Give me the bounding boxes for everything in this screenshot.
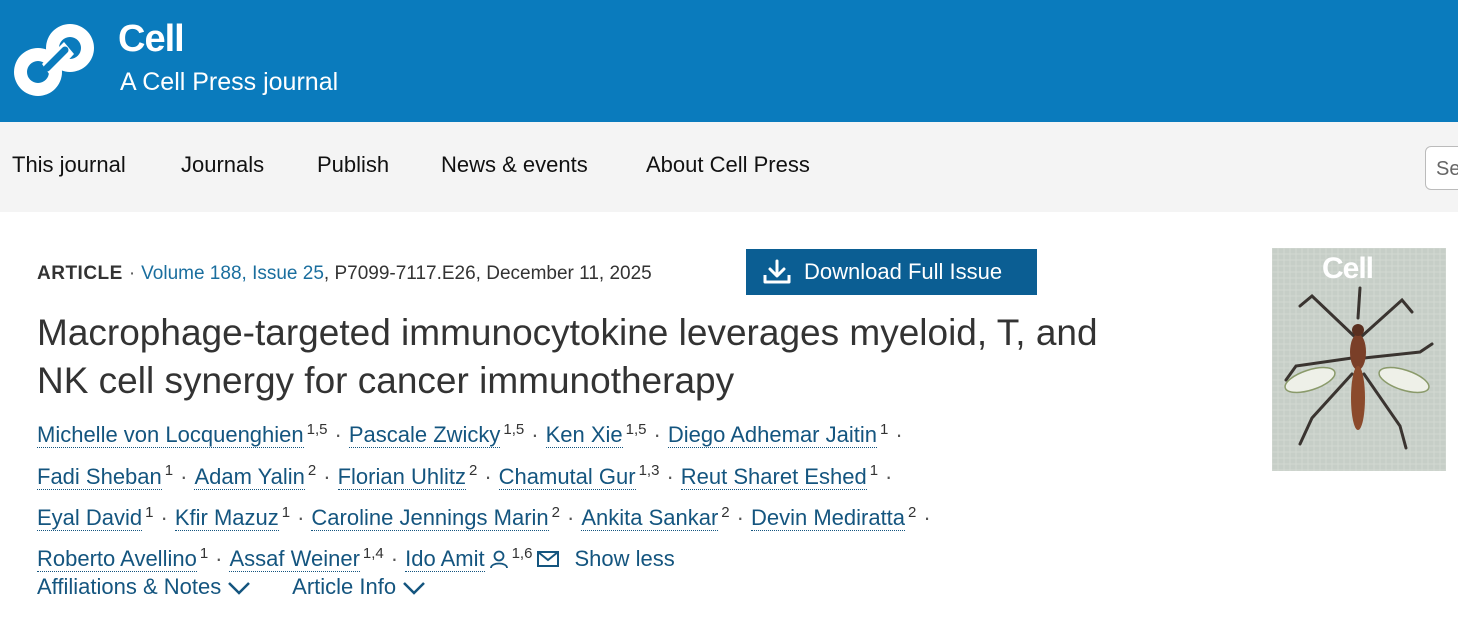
separator: · (653, 422, 661, 448)
author-line: Roberto Avellino 1 · Assaf Weiner 1,4 · Ido Am… (37, 536, 1037, 577)
search-input[interactable]: Se (1425, 146, 1458, 190)
person-icon[interactable] (489, 549, 509, 569)
journal-subtitle: A Cell Press journal (120, 68, 339, 96)
author-affiliation[interactable]: 2 (469, 462, 477, 479)
author-link[interactable]: Caroline Jennings Marin (311, 504, 549, 531)
separator: · (215, 546, 223, 572)
separator: · (885, 463, 893, 489)
separator: · (484, 463, 492, 489)
chevron-down-icon (228, 582, 251, 595)
site-header: Cell A Cell Press journal (0, 0, 1458, 122)
article-info-toggle[interactable]: Article Info (292, 574, 426, 599)
volume-issue-link[interactable]: Volume 188, Issue 25 (141, 263, 324, 284)
author-line: Fadi Sheban 1 · Adam Yalin 2 · Florian Uhlitz 2… (37, 453, 1037, 494)
author-affiliation[interactable]: 1,4 (363, 545, 384, 562)
author-affiliation[interactable]: 1,5 (626, 421, 647, 438)
show-less-link[interactable]: Show less (574, 546, 674, 571)
meta-comma: , (323, 263, 335, 284)
author-link[interactable]: Diego Adhemar Jaitin (667, 422, 877, 449)
author-link[interactable]: Kfir Mazuz (174, 504, 279, 531)
separator: · (567, 504, 575, 530)
affiliations-notes-toggle[interactable]: Affiliations & Notes (37, 574, 251, 599)
author-link[interactable]: Reut Sharet Eshed (680, 463, 867, 490)
separator: · (390, 546, 399, 572)
envelope-icon[interactable] (536, 549, 560, 569)
author-link[interactable]: Devin Mediratta (750, 504, 906, 531)
author-link[interactable]: Assaf Weiner (229, 546, 360, 573)
author-link[interactable]: Pascale Zwicky (348, 422, 501, 449)
article-info-label: Article Info (292, 574, 397, 599)
separator: · (334, 422, 342, 448)
author-affiliation[interactable]: 2 (721, 504, 729, 521)
author-link[interactable]: Ankita Sankar (581, 504, 719, 531)
chevron-down-icon (403, 582, 425, 595)
author-link[interactable]: Roberto Avellino (37, 546, 197, 573)
author-link[interactable]: Ken Xie (545, 422, 623, 449)
separator: · (923, 504, 931, 530)
author-affiliation[interactable]: 2 (552, 504, 560, 521)
author-affiliation[interactable]: 1,5 (307, 421, 328, 438)
separator: · (160, 504, 168, 530)
search-placeholder: Se (1436, 158, 1458, 180)
nav-publish[interactable]: Publish (317, 152, 389, 178)
author-link[interactable]: Fadi Sheban (37, 463, 162, 490)
journal-name[interactable]: Cell (118, 18, 185, 61)
separator: · (128, 263, 136, 284)
author-link[interactable]: Ido Amit (405, 546, 485, 573)
cover-journal-name: Cell (1322, 252, 1374, 285)
author-link[interactable]: Adam Yalin (194, 463, 305, 490)
article-title: Macrophage-targeted immunocytokine lever… (37, 312, 1098, 401)
download-full-issue-button[interactable]: Download Full Issue (746, 249, 1037, 295)
author-affiliation[interactable]: 1 (282, 504, 290, 521)
author-affiliation[interactable]: 2 (908, 504, 916, 521)
author-line: Michelle von Locquenghien 1,5 · Pascale Zwi… (37, 412, 1037, 453)
separator: · (531, 422, 539, 448)
author-link[interactable]: Chamutal Gur (498, 463, 636, 490)
pages-date: P7099-7117.E26, December 11, 2025 (334, 263, 652, 284)
nav-this-journal[interactable]: This journal (12, 152, 126, 178)
author-list: Michelle von Locquenghien 1,5 · Pascale Zwi… (37, 412, 1037, 577)
author-affiliation[interactable]: 1 (165, 462, 173, 479)
author-affiliation[interactable]: 1 (200, 545, 208, 562)
author-link[interactable]: Michelle von Locquenghien (37, 422, 304, 449)
author-affiliation[interactable]: 1 (880, 421, 888, 438)
affiliations-notes-label: Affiliations & Notes (37, 574, 222, 599)
separator: · (323, 463, 331, 489)
author-affiliation[interactable]: 1,3 (639, 462, 660, 479)
expanders: Affiliations & Notes Article Info (37, 574, 462, 600)
separator: · (736, 504, 744, 530)
separator: · (895, 422, 903, 448)
nav-journals[interactable]: Journals (181, 152, 264, 178)
cell-logo-icon[interactable] (12, 20, 96, 100)
author-affiliation[interactable]: 2 (308, 462, 316, 479)
nav-about-cell-press[interactable]: About Cell Press (646, 152, 810, 178)
nav-news-events[interactable]: News & events (441, 152, 588, 178)
article-type: ARTICLE (37, 263, 123, 284)
download-label: Download Full Issue (804, 259, 1003, 284)
author-affiliation[interactable]: 1,6 (512, 545, 533, 562)
author-affiliation[interactable]: 1,5 (503, 421, 524, 438)
separator: · (297, 504, 305, 530)
issue-cover-image[interactable]: Cell (1272, 248, 1446, 471)
download-icon (763, 259, 791, 284)
separator: · (666, 463, 674, 489)
article-meta: ARTICLE · Volume 188, Issue 25, P7099-7117… (37, 263, 652, 285)
separator: · (180, 463, 188, 489)
author-affiliation[interactable]: 1 (145, 504, 153, 521)
author-link[interactable]: Eyal David (37, 504, 143, 531)
author-line: Eyal David 1 · Kfir Mazuz 1 · Caroline Jenning… (37, 495, 1037, 536)
author-link[interactable]: Florian Uhlitz (337, 463, 466, 490)
author-affiliation[interactable]: 1 (870, 462, 878, 479)
